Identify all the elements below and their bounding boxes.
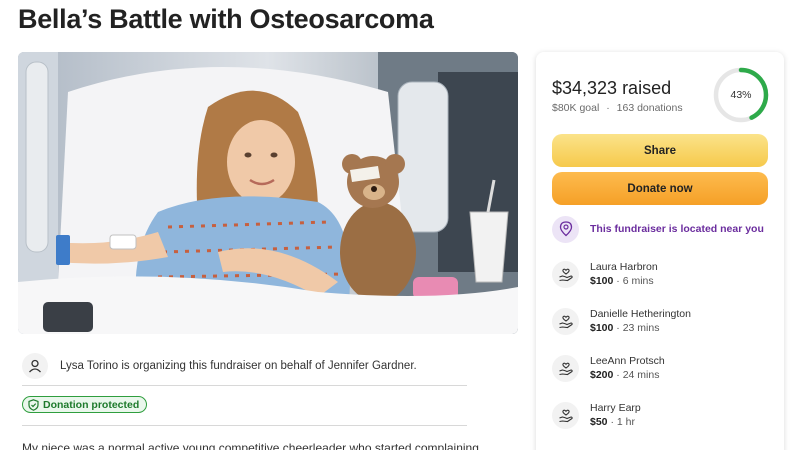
donation-panel: $34,323 raised $80K goal · 163 donations… (536, 52, 784, 450)
donation-protected-badge[interactable]: Donation protected (22, 396, 148, 413)
share-button[interactable]: Share (552, 134, 768, 167)
donation-hand-icon (552, 402, 579, 429)
donor-item: LeeAnn Protsch $200 · 24 mins (552, 354, 665, 390)
story-text: My niece was a normal active young compe… (22, 441, 482, 450)
donate-now-button[interactable]: Donate now (552, 172, 768, 205)
organizer-text: Lysa Torino is organizing this fundraise… (60, 359, 417, 372)
donation-amount: $200 (590, 369, 614, 381)
donation-count: 163 donations (616, 102, 683, 114)
amount-raised: $34,323 raised (552, 78, 672, 98)
donation-time: 24 mins (622, 369, 660, 381)
goal-amount: $80K goal (552, 102, 600, 114)
page-title: Bella’s Battle with Osteosarcoma (18, 4, 434, 34)
donation-amount: $100 (590, 322, 614, 334)
fundraiser-photo[interactable] (18, 52, 518, 334)
organizer-row: Lysa Torino is organizing this fundraise… (22, 346, 467, 386)
donor-item: Laura Harbron $100 · 6 mins (552, 260, 658, 296)
location-notice: This fundraiser is located near you (552, 215, 764, 243)
child-in-hospital-bed-image (18, 52, 518, 334)
donation-hand-icon (552, 261, 579, 288)
person-icon (22, 352, 48, 379)
badge-label: Donation protected (43, 398, 140, 411)
donation-time: 1 hr (616, 416, 635, 428)
donation-hand-icon (552, 308, 579, 335)
donation-hand-icon (552, 355, 579, 382)
donor-name: Harry Earp (590, 402, 641, 414)
location-notice-text: This fundraiser is located near you (590, 223, 764, 235)
donor-item: Danielle Hetherington $100 · 23 mins (552, 307, 691, 343)
donation-time: 23 mins (622, 322, 660, 334)
donation-amount: $50 (590, 416, 608, 428)
donor-name: Laura Harbron (590, 261, 658, 273)
separator-dot: · (606, 102, 610, 114)
donation-amount: $100 (590, 275, 614, 287)
donor-name: Danielle Hetherington (590, 308, 691, 320)
location-pin-icon (552, 215, 579, 243)
divider (22, 425, 467, 426)
donor-item: Harry Earp $50 · 1 hr (552, 401, 641, 437)
donor-name: LeeAnn Protsch (590, 355, 665, 367)
progress-percent: 43% (730, 89, 752, 101)
shield-icon (28, 398, 39, 411)
goal-summary: $80K goal · 163 donations (552, 102, 683, 114)
donation-time: 6 mins (622, 275, 654, 287)
